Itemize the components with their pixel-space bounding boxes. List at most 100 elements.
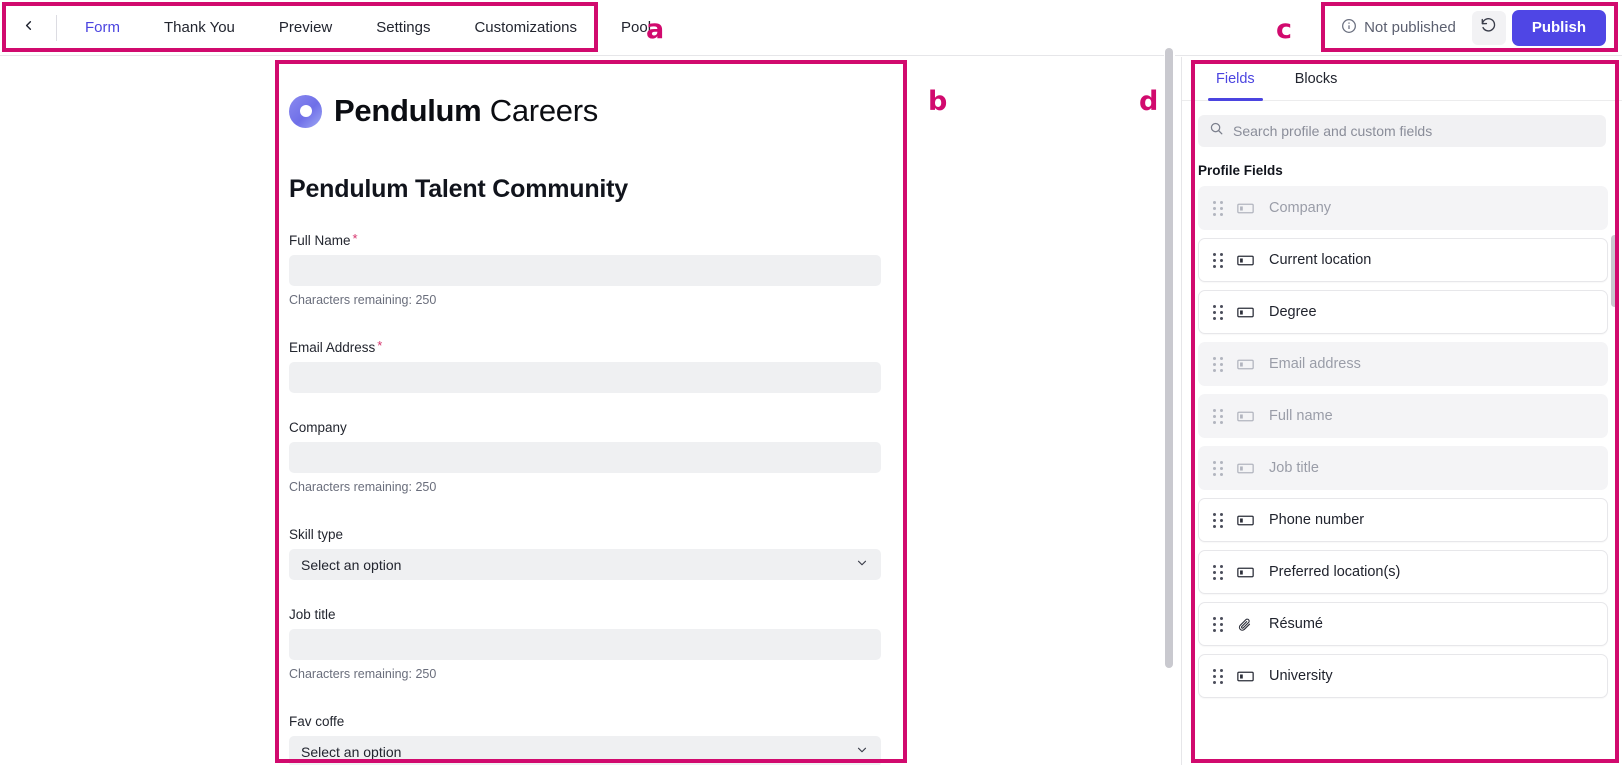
search-input[interactable] bbox=[1233, 123, 1595, 139]
select-value-text: Select an option bbox=[301, 743, 402, 760]
form-field-job-title: Job title Characters remaining: 250 bbox=[289, 606, 881, 681]
text-field-icon bbox=[1237, 670, 1255, 683]
text-field-icon bbox=[1237, 254, 1255, 267]
undo-history-icon bbox=[1480, 17, 1497, 39]
form-preview-card: Pendulum Careers Pendulum Talent Communi… bbox=[277, 65, 905, 765]
select-fav-coffe[interactable]: Select an option bbox=[289, 736, 881, 765]
tab-settings-label: Settings bbox=[376, 19, 431, 36]
paperclip-icon bbox=[1237, 617, 1255, 632]
text-field-icon bbox=[1237, 410, 1255, 423]
field-label-text: Fav coffe bbox=[289, 714, 345, 729]
field-item-label: Phone number bbox=[1269, 512, 1365, 528]
form-brand-header: Pendulum Careers bbox=[289, 93, 881, 129]
back-button[interactable] bbox=[6, 6, 50, 50]
tab-customizations[interactable]: Customizations bbox=[452, 0, 599, 56]
field-item-degree[interactable]: Degree bbox=[1198, 290, 1608, 334]
drag-handle-icon[interactable] bbox=[1213, 512, 1223, 528]
annotation-letter-a: a bbox=[646, 14, 665, 45]
field-item-label: Preferred location(s) bbox=[1269, 564, 1401, 580]
field-label-company: Company bbox=[289, 420, 347, 435]
chevron-down-icon bbox=[855, 743, 869, 760]
field-label-skill-type: Skill type bbox=[289, 527, 343, 542]
text-field-icon bbox=[1237, 306, 1255, 319]
input-email-address[interactable] bbox=[289, 362, 881, 393]
select-value-text: Select an option bbox=[301, 556, 402, 573]
char-hint-company: Characters remaining: 250 bbox=[289, 480, 437, 494]
top-toolbar: Form Thank You Preview Settings Customiz… bbox=[0, 0, 1622, 56]
char-hint-full-name: Characters remaining: 250 bbox=[289, 293, 437, 307]
tab-thank-you-label: Thank You bbox=[164, 19, 235, 36]
form-field-company: Company Characters remaining: 250 bbox=[289, 419, 881, 494]
brand-title: Pendulum Careers bbox=[334, 93, 598, 129]
info-circle-icon bbox=[1341, 18, 1357, 38]
drag-handle-icon[interactable] bbox=[1213, 668, 1223, 684]
field-label-text: Skill type bbox=[289, 527, 344, 542]
fields-panel: Fields Blocks Profile Fields Company Cur bbox=[1181, 57, 1622, 765]
panel-scrollbar-track[interactable] bbox=[1611, 229, 1618, 765]
text-field-icon bbox=[1237, 202, 1255, 215]
field-item-email-address: Email address bbox=[1198, 342, 1608, 386]
field-label-full-name: Full Name * bbox=[289, 231, 358, 248]
tab-settings[interactable]: Settings bbox=[354, 0, 452, 56]
toolbar-actions: Not published Publish bbox=[1331, 0, 1622, 56]
field-item-label: Full name bbox=[1269, 408, 1333, 424]
toolbar-divider bbox=[56, 14, 57, 41]
field-item-job-title: Job title bbox=[1198, 446, 1608, 490]
publish-button[interactable]: Publish bbox=[1511, 9, 1606, 46]
field-label-email-address: Email Address * bbox=[289, 338, 383, 355]
required-asterisk: * bbox=[352, 231, 358, 246]
brand-name-bold: Pendulum bbox=[334, 93, 482, 128]
form-field-fav-coffe: Fav coffe Select an option bbox=[289, 713, 881, 765]
drag-handle-icon[interactable] bbox=[1213, 616, 1223, 632]
input-job-title[interactable] bbox=[289, 629, 881, 660]
field-label-fav-coffe: Fav coffe bbox=[289, 714, 344, 729]
tab-blocks[interactable]: Blocks bbox=[1279, 57, 1354, 101]
publish-status: Not published bbox=[1331, 18, 1466, 38]
drag-handle-icon bbox=[1213, 460, 1223, 476]
field-item-resume[interactable]: Résumé bbox=[1198, 602, 1608, 646]
search-box[interactable] bbox=[1198, 115, 1606, 147]
chevron-down-icon bbox=[855, 556, 869, 573]
form-field-full-name: Full Name * Characters remaining: 250 bbox=[289, 232, 881, 307]
field-label-text: Email Address bbox=[289, 340, 376, 355]
input-company[interactable] bbox=[289, 442, 881, 473]
drag-handle-icon bbox=[1213, 356, 1223, 372]
drag-handle-icon[interactable] bbox=[1213, 252, 1223, 268]
tab-form[interactable]: Form bbox=[63, 0, 142, 56]
profile-fields-list: Company Current location Degree Email ad… bbox=[1182, 186, 1622, 698]
tab-preview[interactable]: Preview bbox=[257, 0, 354, 56]
char-hint-job-title: Characters remaining: 250 bbox=[289, 667, 437, 681]
drag-handle-icon bbox=[1213, 200, 1223, 216]
panel-tabs: Fields Blocks bbox=[1182, 57, 1622, 101]
canvas-scrollbar-thumb[interactable] bbox=[1165, 48, 1173, 668]
select-skill-type[interactable]: Select an option bbox=[289, 549, 881, 580]
field-item-label: University bbox=[1269, 668, 1333, 684]
field-item-current-location[interactable]: Current location bbox=[1198, 238, 1608, 282]
field-item-phone-number[interactable]: Phone number bbox=[1198, 498, 1608, 542]
field-label-text: Company bbox=[289, 420, 347, 435]
form-canvas: Pendulum Careers Pendulum Talent Communi… bbox=[0, 57, 1175, 765]
undo-history-button[interactable] bbox=[1471, 10, 1506, 45]
form-field-skill-type: Skill type Select an option bbox=[289, 526, 881, 580]
drag-handle-icon[interactable] bbox=[1213, 304, 1223, 320]
search-icon bbox=[1209, 121, 1224, 141]
panel-search-wrap bbox=[1182, 101, 1622, 157]
field-item-university[interactable]: University bbox=[1198, 654, 1608, 698]
required-asterisk: * bbox=[377, 338, 383, 353]
field-item-label: Job title bbox=[1269, 460, 1319, 476]
tab-fields[interactable]: Fields bbox=[1200, 57, 1271, 101]
tab-thank-you[interactable]: Thank You bbox=[142, 0, 257, 56]
drag-handle-icon bbox=[1213, 408, 1223, 424]
field-item-label: Company bbox=[1269, 200, 1332, 216]
field-item-label: Degree bbox=[1269, 304, 1317, 320]
publish-status-label: Not published bbox=[1364, 19, 1456, 36]
pendulum-logo-icon bbox=[289, 94, 322, 128]
panel-scrollbar-thumb[interactable] bbox=[1611, 235, 1618, 307]
tab-form-label: Form bbox=[85, 19, 120, 36]
text-field-icon bbox=[1237, 514, 1255, 527]
field-item-full-name: Full name bbox=[1198, 394, 1608, 438]
input-full-name[interactable] bbox=[289, 255, 881, 286]
field-item-preferred-locations[interactable]: Preferred location(s) bbox=[1198, 550, 1608, 594]
annotation-letter-b: b bbox=[928, 86, 948, 117]
drag-handle-icon[interactable] bbox=[1213, 564, 1223, 580]
